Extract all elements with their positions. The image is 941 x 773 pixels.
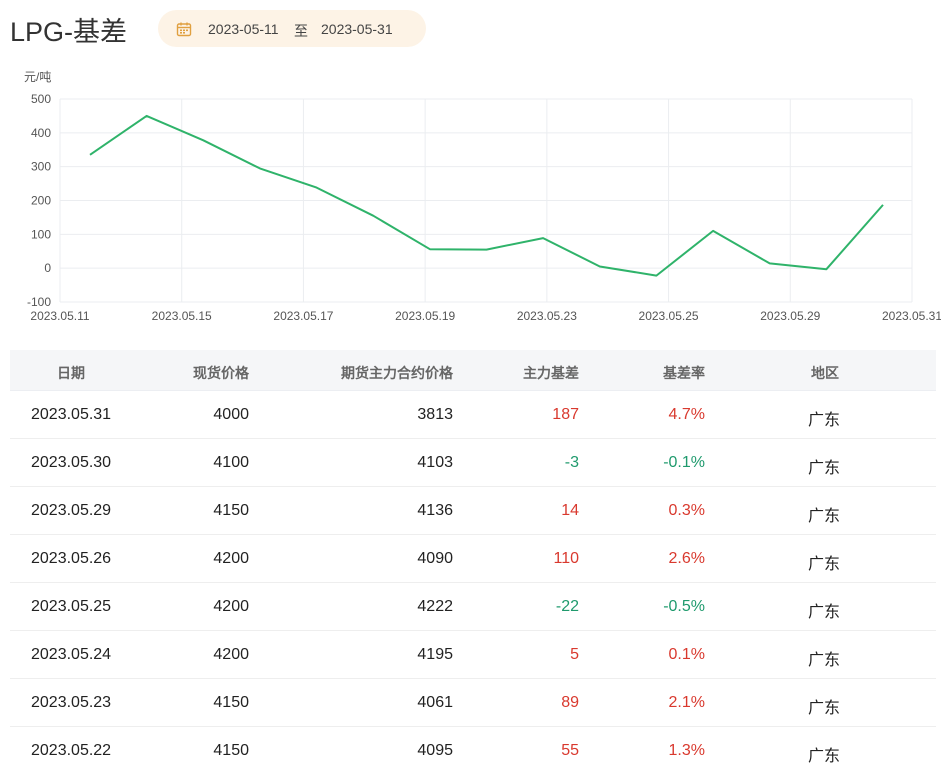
cell-spot-price: 4200	[213, 646, 249, 663]
cell-date: 2023.05.29	[31, 502, 112, 519]
cell-basis: 89	[561, 694, 579, 711]
cell-futures-price: 4103	[417, 454, 453, 471]
cell-spot-price: 4200	[213, 550, 249, 567]
x-tick-label: 2023.05.23	[517, 309, 577, 323]
x-tick-label: 2023.05.31	[882, 309, 941, 323]
cell-region: 广东	[808, 508, 841, 525]
header-basis: 主力基差	[523, 365, 579, 381]
cell-spot-price: 4000	[213, 406, 249, 423]
cell-basis-rate: 0.1%	[668, 646, 705, 663]
header-region: 地区	[811, 365, 839, 381]
start-date[interactable]: 2023-05-11	[208, 21, 279, 37]
table-body: 2023.05.31 4000 3813 187 4.7% 广东 2023.05.30 410…	[10, 391, 936, 773]
header: LPG-基差 2023-05-11 至 2023-05-31	[0, 0, 941, 56]
cell-spot-price: 4150	[213, 502, 249, 519]
y-axis-ticks: 500 400 300 200 100 0 -100	[27, 92, 51, 309]
cell-basis-rate: 1.3%	[668, 742, 705, 759]
y-tick-label: 200	[31, 194, 51, 208]
cell-futures-price: 4095	[417, 742, 453, 759]
cell-date: 2023.05.24	[31, 646, 112, 663]
y-tick-label: 0	[44, 261, 51, 275]
cell-date: 2023.05.31	[31, 406, 112, 423]
date-separator: 至	[294, 23, 308, 39]
y-tick-label: -100	[27, 295, 51, 309]
cell-futures-price: 4136	[417, 502, 453, 519]
cell-region: 广东	[808, 412, 841, 429]
end-date[interactable]: 2023-05-31	[321, 21, 393, 37]
cell-basis: 55	[561, 742, 579, 759]
cell-date: 2023.05.30	[31, 454, 112, 471]
table-row: 2023.05.25 4200 4222 -22 -0.5% 广东	[10, 583, 936, 631]
header-spot-price: 现货价格	[193, 365, 249, 381]
cell-region: 广东	[808, 748, 841, 765]
cell-date: 2023.05.22	[31, 742, 112, 759]
cell-basis-rate: 4.7%	[668, 406, 705, 423]
cell-basis-rate: 2.1%	[668, 694, 705, 711]
y-tick-label: 300	[31, 160, 51, 174]
cell-basis-rate: -0.1%	[663, 454, 705, 471]
table-row: 2023.05.26 4200 4090 110 2.6% 广东	[10, 535, 936, 583]
cell-futures-price: 4061	[417, 694, 453, 711]
x-tick-label: 2023.05.11	[30, 309, 89, 323]
table-row: 2023.05.24 4200 4195 5 0.1% 广东	[10, 631, 936, 679]
y-tick-label: 400	[31, 126, 51, 140]
cell-futures-price: 4195	[417, 646, 453, 663]
cell-futures-price: 3813	[417, 406, 453, 423]
cell-region: 广东	[808, 556, 841, 573]
chart-grid	[59, 98, 913, 303]
x-tick-label: 2023.05.17	[273, 309, 333, 323]
date-range-picker[interactable]: 2023-05-11 至 2023-05-31	[158, 10, 426, 47]
cell-basis: -3	[564, 454, 579, 471]
cell-futures-price: 4090	[417, 550, 453, 567]
page-title: LPG-基差	[10, 17, 128, 47]
cell-spot-price: 4150	[213, 694, 249, 711]
y-tick-label: 100	[31, 227, 51, 241]
cell-basis: 187	[552, 406, 579, 423]
table-header: 日期 现货价格 期货主力合约价格 主力基差 基差率 地区	[10, 350, 936, 391]
basis-line-chart: 元/吨 5004003002001000-100 2023.05.11 2023.…	[24, 70, 941, 323]
y-axis-unit: 元/吨	[24, 70, 51, 84]
header-basis-rate: 基差率	[663, 365, 705, 381]
cell-region: 广东	[808, 604, 841, 621]
cell-basis: 14	[561, 502, 579, 519]
table-row: 2023.05.30 4100 4103 -3 -0.1% 广东	[10, 439, 936, 487]
x-axis-ticks: 2023.05.11 2023.05.15 2023.05.17 2023.05.19…	[30, 309, 941, 323]
cell-basis: 5	[570, 646, 579, 663]
basis-table: 日期 现货价格 期货主力合约价格 主力基差 基差率 地区 2023.05.31 4…	[10, 350, 936, 773]
cell-spot-price: 4100	[213, 454, 249, 471]
cell-basis: -22	[555, 598, 579, 615]
header-futures-price: 期货主力合约价格	[341, 365, 453, 381]
cell-basis-rate: 2.6%	[668, 550, 705, 567]
y-tick-label: 500	[31, 92, 51, 106]
x-tick-label: 2023.05.25	[639, 309, 699, 323]
cell-date: 2023.05.26	[31, 550, 112, 567]
x-tick-label: 2023.05.15	[152, 309, 212, 323]
table-row: 2023.05.22 4150 4095 55 1.3% 广东	[10, 727, 936, 773]
cell-basis-rate: 0.3%	[668, 502, 705, 519]
header-date: 日期	[57, 365, 85, 381]
cell-region: 广东	[808, 700, 841, 717]
table-row: 2023.05.29 4150 4136 14 0.3% 广东	[10, 487, 936, 535]
cell-region: 广东	[808, 460, 841, 477]
cell-spot-price: 4150	[213, 742, 249, 759]
basis-chart: 元/吨 500 400 300 200 100 0 -100 2023.05.11 2023.…	[0, 56, 941, 336]
cell-basis-rate: -0.5%	[663, 598, 705, 615]
x-tick-label: 2023.05.29	[760, 309, 820, 323]
cell-futures-price: 4222	[417, 598, 453, 615]
cell-region: 广东	[808, 652, 841, 669]
series-line	[89, 114, 884, 277]
table-row: 2023.05.31 4000 3813 187 4.7% 广东	[10, 391, 936, 439]
cell-basis: 110	[553, 550, 579, 567]
x-tick-label: 2023.05.19	[395, 309, 455, 323]
cell-date: 2023.05.25	[31, 598, 112, 615]
calendar-icon	[176, 22, 192, 37]
table-row: 2023.05.23 4150 4061 89 2.1% 广东	[10, 679, 936, 727]
cell-spot-price: 4200	[213, 598, 249, 615]
cell-date: 2023.05.23	[31, 694, 112, 711]
